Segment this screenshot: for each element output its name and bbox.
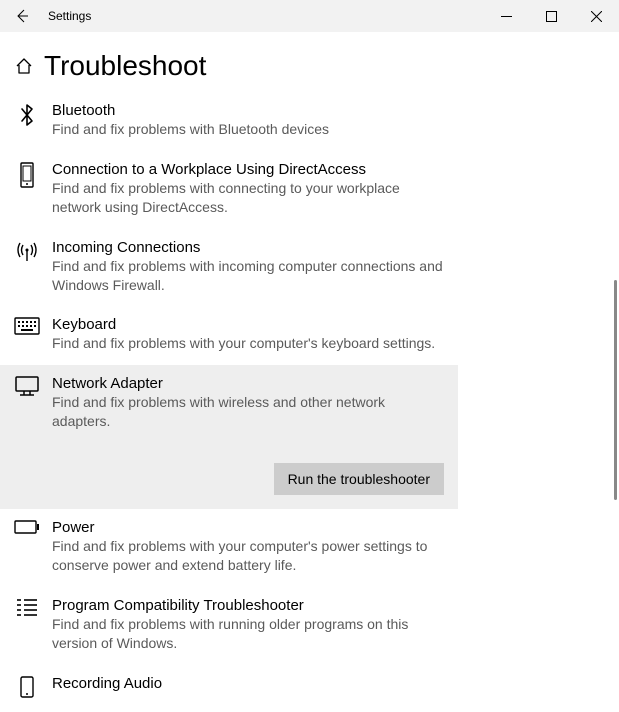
item-desc: Find and fix problems with your computer… (52, 334, 435, 353)
item-desc: Find and fix problems with running older… (52, 615, 444, 653)
scrollbar[interactable] (614, 280, 617, 500)
item-title: Recording Audio (52, 675, 162, 692)
keyboard-icon (14, 316, 40, 353)
titlebar: Settings (0, 0, 619, 32)
phone-icon (14, 161, 40, 217)
item-incoming[interactable]: Incoming Connections Find and fix proble… (0, 229, 458, 307)
minimize-button[interactable] (484, 0, 529, 32)
home-icon (15, 57, 33, 75)
item-desc: Find and fix problems with wireless and … (52, 393, 444, 431)
close-icon (591, 11, 602, 22)
window-title: Settings (48, 9, 91, 23)
item-title: Power (52, 519, 444, 536)
close-button[interactable] (574, 0, 619, 32)
page-title: Troubleshoot (44, 50, 206, 82)
item-title: Keyboard (52, 316, 435, 333)
item-desc: Find and fix problems with Bluetooth dev… (52, 120, 329, 139)
item-bluetooth[interactable]: Bluetooth Find and fix problems with Blu… (0, 92, 458, 151)
item-directaccess[interactable]: Connection to a Workplace Using DirectAc… (0, 151, 458, 229)
troubleshooter-list: Bluetooth Find and fix problems with Blu… (0, 92, 619, 710)
phone-audio-icon (14, 675, 40, 698)
back-button[interactable] (6, 8, 38, 24)
maximize-button[interactable] (529, 0, 574, 32)
antenna-icon (14, 239, 40, 295)
item-title: Incoming Connections (52, 239, 444, 256)
page-header: Troubleshoot (0, 32, 619, 92)
list-icon (14, 597, 40, 653)
run-row: Run the troubleshooter (0, 445, 458, 509)
monitor-icon (14, 375, 40, 431)
run-troubleshooter-button[interactable]: Run the troubleshooter (274, 463, 444, 495)
home-button[interactable] (12, 57, 36, 75)
bluetooth-icon (14, 102, 40, 139)
item-recording[interactable]: Recording Audio (0, 665, 458, 710)
item-compat[interactable]: Program Compatibility Troubleshooter Fin… (0, 587, 458, 665)
item-title: Bluetooth (52, 102, 329, 119)
item-title: Network Adapter (52, 375, 444, 392)
back-arrow-icon (14, 8, 30, 24)
item-power[interactable]: Power Find and fix problems with your co… (0, 509, 458, 587)
minimize-icon (501, 11, 512, 22)
item-desc: Find and fix problems with your computer… (52, 537, 444, 575)
item-desc: Find and fix problems with connecting to… (52, 179, 444, 217)
item-network-adapter[interactable]: Network Adapter Find and fix problems wi… (0, 365, 458, 445)
maximize-icon (546, 11, 557, 22)
battery-icon (14, 519, 40, 575)
item-title: Program Compatibility Troubleshooter (52, 597, 444, 614)
item-desc: Find and fix problems with incoming comp… (52, 257, 444, 295)
item-keyboard[interactable]: Keyboard Find and fix problems with your… (0, 306, 458, 365)
item-title: Connection to a Workplace Using DirectAc… (52, 161, 444, 178)
